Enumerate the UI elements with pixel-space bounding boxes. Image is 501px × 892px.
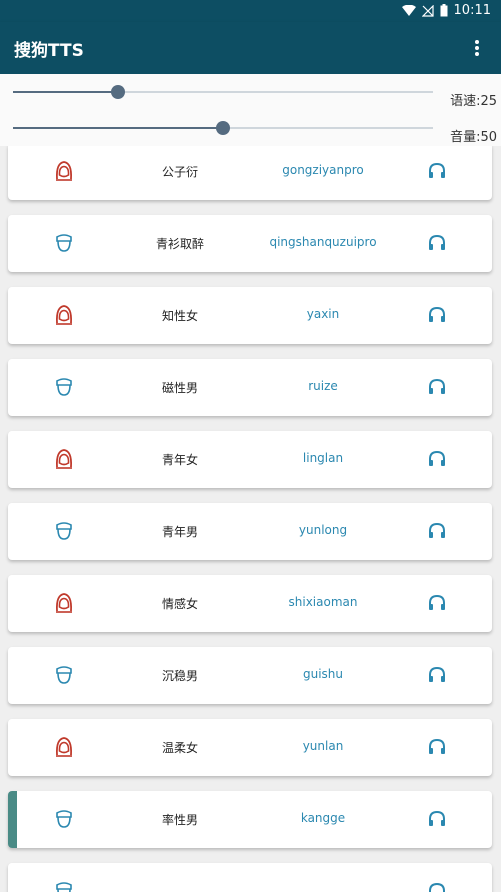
male-avatar-icon [52,231,76,255]
voice-card[interactable]: 磁性男 ruize [8,359,492,416]
speed-slider[interactable] [13,85,433,99]
volume-slider-thumb[interactable] [216,121,230,135]
status-time: 10:11 [453,3,491,18]
wifi-icon [401,4,416,16]
headphones-icon[interactable] [428,306,446,324]
volume-slider[interactable] [13,121,433,135]
headphones-icon[interactable] [428,810,446,828]
voice-card[interactable]: 知性女 yaxin [8,287,492,344]
headphones-icon[interactable] [428,450,446,468]
speed-slider-thumb[interactable] [111,85,125,99]
no-signal-icon [421,4,434,17]
voice-name: 青年男 [161,525,198,539]
voice-code: yunlan [302,739,344,753]
voice-name: 磁性男 [161,381,198,395]
headphones-icon[interactable] [428,666,446,684]
voice-name: 青衫取醉 [155,237,204,251]
voice-code: gongziyanpro [282,163,364,177]
headphones-icon[interactable] [428,522,446,540]
voice-card[interactable]: 沉稳男 guishu [8,647,492,704]
slider-panel: 语速:25 音量:50 [0,74,501,146]
volume-label: 音量:50 [450,130,497,145]
voice-card[interactable]: 温柔女 yunlan [8,719,492,776]
male-avatar-icon [52,375,76,399]
voice-card[interactable]: 率性男 kangge [8,791,492,848]
voice-name: 沉稳男 [161,669,198,683]
voice-name: 情感女 [161,597,198,611]
headphones-icon[interactable] [428,162,446,180]
female-avatar-icon [52,447,76,471]
speed-label: 语速:25 [450,94,497,109]
volume-slider-fill [13,127,223,129]
voice-list: 公子衍 gongziyanpro 青衫取醉 qingshanquzuipro 知性女 ya… [0,146,501,892]
voice-card[interactable] [8,863,492,892]
voice-code: yunlong [298,523,348,537]
voice-code: shixiaoman [288,595,358,609]
female-avatar-icon [52,735,76,759]
voice-name: 公子衍 [161,165,198,179]
headphones-icon[interactable] [428,378,446,396]
voice-code: ruize [308,379,338,393]
voice-card[interactable]: 青衫取醉 qingshanquzuipro [8,215,492,272]
voice-name: 知性女 [161,309,198,323]
speed-slider-fill [13,91,118,93]
voice-name: 青年女 [161,453,198,467]
voice-name: 率性男 [161,813,198,827]
voice-card[interactable]: 青年女 linglan [8,431,492,488]
status-bar: 10:11 [0,0,501,22]
app-title: 搜狗TTS [14,41,84,61]
headphones-icon[interactable] [428,738,446,756]
voice-code: qingshanquzuipro [269,235,377,249]
male-avatar-icon [52,663,76,687]
voice-code: linglan [302,451,344,465]
more-vert-icon[interactable] [469,38,485,58]
female-avatar-icon [52,159,76,183]
headphones-icon[interactable] [428,594,446,612]
voice-card[interactable]: 青年男 yunlong [8,503,492,560]
female-avatar-icon [52,303,76,327]
male-avatar-icon [52,807,76,831]
voice-card[interactable]: 情感女 shixiaoman [8,575,492,632]
male-avatar-icon [52,519,76,543]
battery-icon [440,4,448,17]
voice-code: guishu [302,667,344,681]
voice-code: kangge [300,811,346,825]
headphones-icon[interactable] [428,882,446,892]
app-bar: 搜狗TTS [0,22,501,74]
headphones-icon[interactable] [428,234,446,252]
female-avatar-icon [52,591,76,615]
voice-code: yaxin [306,307,340,321]
male-avatar-icon [52,879,76,892]
voice-card[interactable]: 公子衍 gongziyanpro [8,146,492,200]
voice-name: 温柔女 [161,741,198,755]
